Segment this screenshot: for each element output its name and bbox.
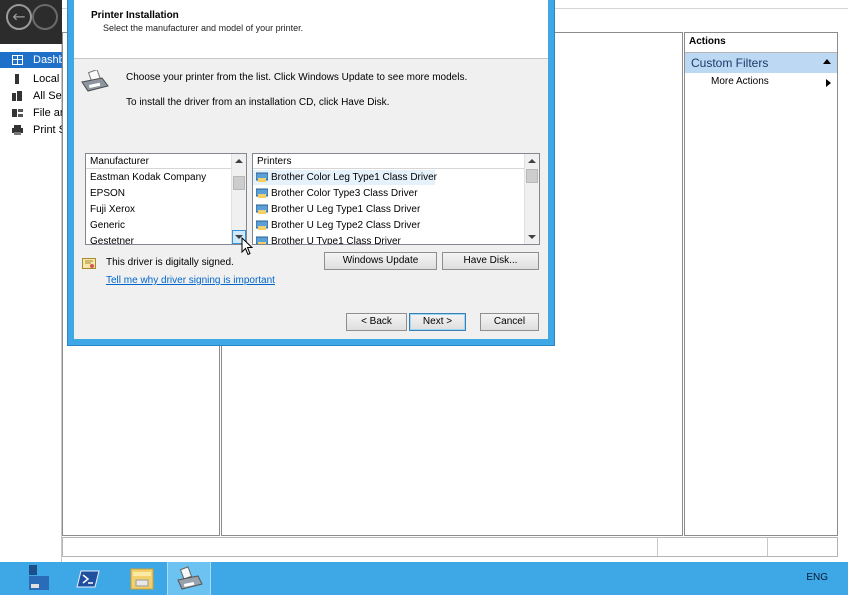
scroll-up-button[interactable] [525, 154, 539, 168]
next-button[interactable]: Next > [409, 313, 466, 331]
custom-filters-item[interactable]: Custom Filters [685, 53, 837, 73]
windows-update-button[interactable]: Windows Update [324, 252, 437, 270]
sidebar-item-label: Dashboard [33, 54, 62, 66]
file-storage-icon [12, 109, 23, 117]
add-printer-wizard-icon [177, 566, 203, 590]
back-arrow-icon[interactable]: ← [6, 4, 32, 30]
navigation-bar: ← [0, 0, 62, 44]
printer-driver-icon [256, 220, 268, 230]
printer-item-label: Brother U Leg Type1 Class Driver [271, 204, 421, 215]
manufacturer-header: Manufacturer [86, 154, 246, 169]
forward-arrow-icon[interactable] [32, 4, 58, 30]
printers-header: Printers [253, 154, 539, 169]
sidebar-item-file-storage[interactable]: File and Storage Services [0, 105, 62, 121]
up-arrow-icon [528, 159, 536, 163]
printer-item-selected[interactable]: Brother Color Leg Type1 Class Driver [253, 170, 437, 185]
scroll-up-button[interactable] [232, 154, 246, 168]
sidebar-item-label: All Servers [33, 90, 62, 102]
taskbar-add-printer[interactable] [167, 562, 211, 595]
printers-list[interactable]: Printers Brother Color Leg Type1 Class D… [252, 153, 540, 245]
have-disk-button[interactable]: Have Disk... [442, 252, 539, 270]
printer-driver-icon [256, 188, 268, 198]
status-bar [62, 537, 838, 557]
mouse-cursor-icon [241, 237, 253, 256]
signed-status-text: This driver is digitally signed. [106, 257, 234, 268]
manufacturer-item[interactable]: Eastman Kodak Company [86, 170, 206, 185]
printer-item[interactable]: Brother U Leg Type2 Class Driver [253, 218, 420, 233]
certificate-icon [82, 258, 96, 269]
printer-item[interactable]: Brother U Type1 Class Driver [253, 234, 401, 245]
taskbar: ENG [0, 562, 848, 595]
printer-item-label: Brother U Leg Type2 Class Driver [271, 220, 421, 231]
sidebar-item-local-server[interactable]: Local Server [0, 71, 62, 87]
printer-item[interactable]: Brother U Leg Type1 Class Driver [253, 202, 420, 217]
manufacturer-item[interactable]: Generic [86, 218, 125, 233]
local-server-icon [15, 74, 19, 84]
printer-driver-icon [256, 204, 268, 214]
custom-filters-label: Custom Filters [691, 56, 769, 70]
cancel-button[interactable]: Cancel [480, 313, 539, 331]
actions-title: Actions [685, 33, 837, 53]
language-indicator[interactable]: ENG [806, 572, 828, 583]
scroll-thumb[interactable] [233, 176, 245, 190]
manufacturer-item[interactable]: Gestetner [86, 234, 134, 244]
dialog-subtitle: Select the manufacturer and model of you… [103, 23, 304, 33]
intro-text-models: Choose your printer from the list. Click… [126, 72, 468, 83]
taskbar-file-explorer[interactable] [120, 562, 164, 595]
dialog-title: Printer Installation [91, 10, 179, 21]
scroll-down-button[interactable] [525, 230, 539, 244]
sidebar-item-print-services[interactable]: Print Services [0, 122, 62, 138]
status-divider [767, 538, 768, 556]
powershell-icon [76, 570, 100, 588]
file-explorer-icon [130, 568, 154, 590]
server-manager-icon [29, 565, 49, 590]
submenu-arrow-icon [826, 79, 831, 87]
down-arrow-icon [528, 235, 536, 239]
taskbar-powershell[interactable] [67, 562, 111, 595]
taskbar-server-manager[interactable] [17, 562, 61, 595]
printer-item[interactable]: Brother Color Type3 Class Driver [253, 186, 418, 201]
sidebar-item-all-servers[interactable]: All Servers [0, 88, 62, 104]
scroll-thumb[interactable] [526, 169, 538, 183]
manufacturer-scrollbar[interactable] [231, 154, 246, 244]
status-divider [657, 538, 658, 556]
sidebar-item-label: Print Services [33, 124, 62, 136]
print-services-icon [12, 125, 23, 135]
sidebar-item-label: Local Server [33, 73, 62, 85]
actions-pane: Actions Custom Filters More Actions [684, 32, 838, 536]
collapse-arrow-icon[interactable] [823, 59, 831, 64]
printer-item-label: Brother U Type1 Class Driver [271, 236, 401, 245]
more-actions-item[interactable]: More Actions [711, 75, 769, 89]
intro-text-have-disk: To install the driver from an installati… [126, 97, 390, 108]
server-manager-sidebar: Dashboard Local Server All Servers File … [0, 44, 62, 562]
printer-driver-icon [256, 236, 268, 244]
manufacturer-item[interactable]: Fuji Xerox [86, 202, 135, 217]
driver-signing-link[interactable]: Tell me why driver signing is important [106, 275, 275, 286]
printer-item-label: Brother Color Leg Type1 Class Driver [271, 172, 437, 183]
manufacturer-list[interactable]: Manufacturer Eastman Kodak Company EPSON… [85, 153, 247, 245]
dialog-header: Printer Installation Select the manufact… [74, 0, 548, 59]
dashboard-icon [12, 55, 23, 65]
back-button[interactable]: < Back [346, 313, 407, 331]
sidebar-item-dashboard[interactable]: Dashboard [0, 52, 62, 68]
printer-item-label: Brother Color Type3 Class Driver [271, 188, 418, 199]
printer-driver-icon [256, 172, 268, 182]
printers-scrollbar[interactable] [524, 154, 539, 244]
up-arrow-icon [235, 159, 243, 163]
sidebar-item-label: File and Storage Services [33, 107, 62, 119]
all-servers-icon [12, 91, 22, 101]
printer-icon [81, 70, 109, 92]
manufacturer-item[interactable]: EPSON [86, 186, 125, 201]
